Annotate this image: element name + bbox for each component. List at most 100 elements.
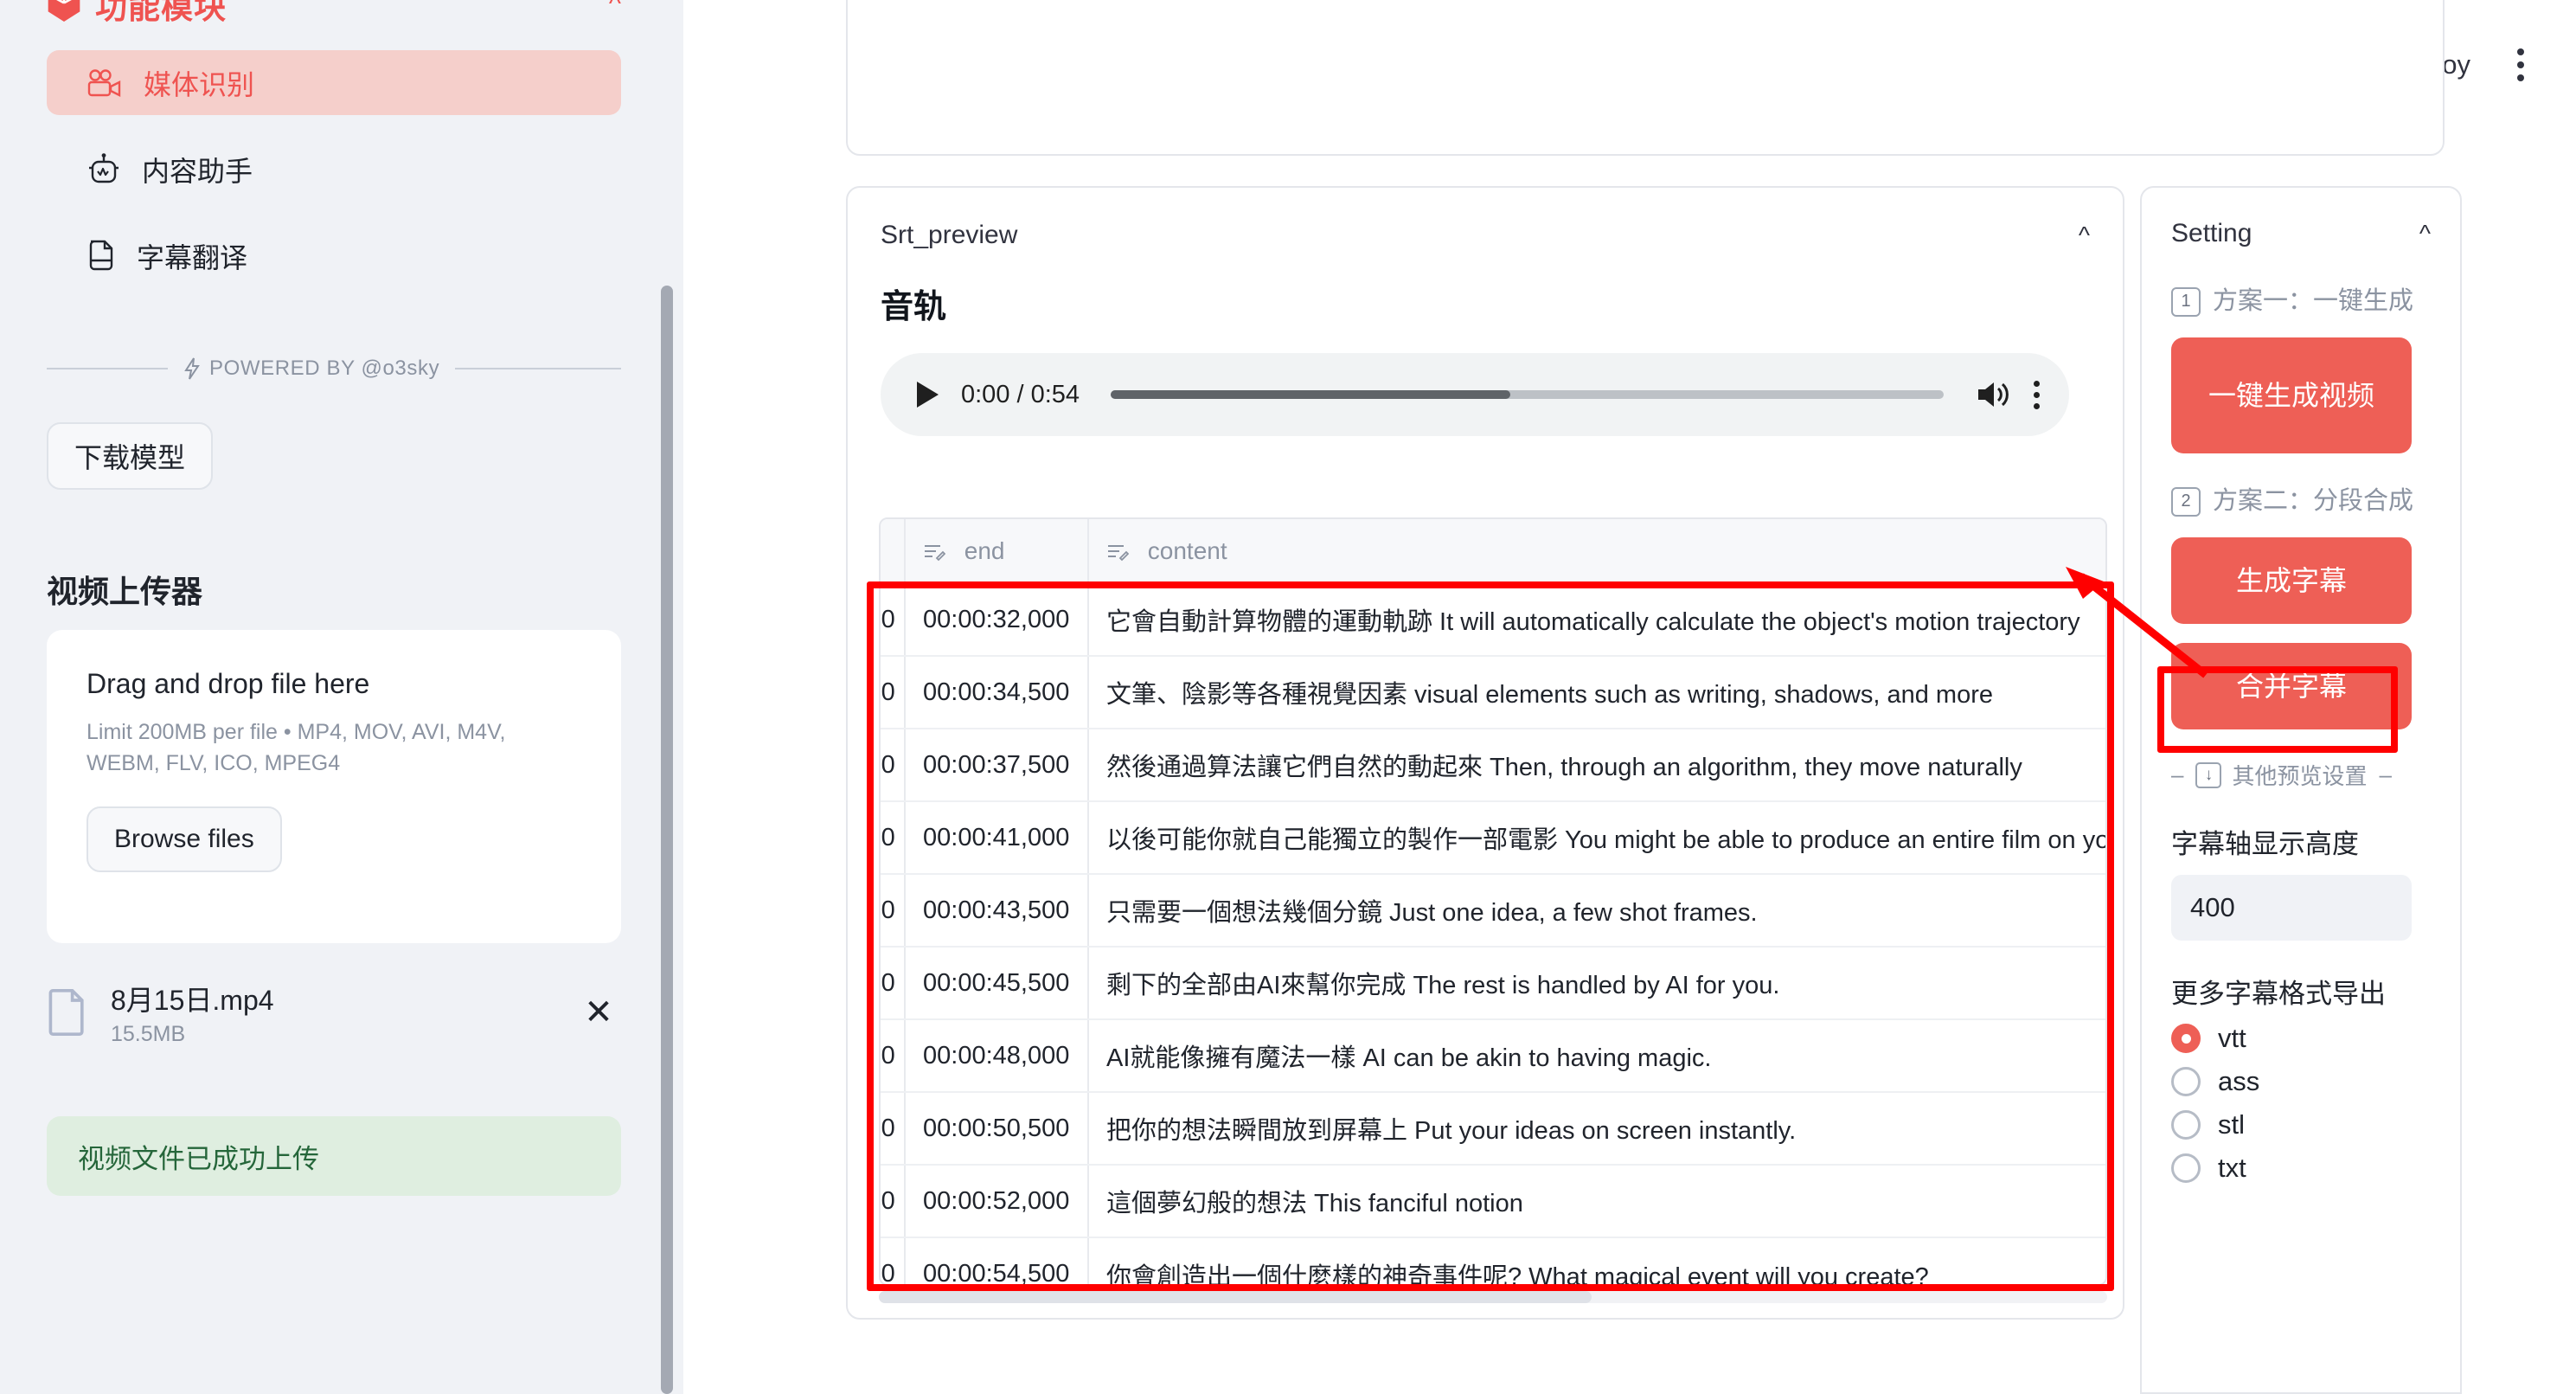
cell-start: 50,500 bbox=[881, 1165, 906, 1238]
table-row[interactable]: 41,000 00:00:43,500 只需要一個想法幾個分鏡 Just one… bbox=[881, 874, 2105, 948]
other-preview-settings-label-wrap: ↓ 其他预览设置 bbox=[2195, 759, 2367, 791]
axis-height-input[interactable] bbox=[2171, 875, 2412, 941]
divider-dash-right: – bbox=[2379, 761, 2392, 788]
radio-label-vtt: vtt bbox=[2218, 1023, 2246, 1054]
uploaded-file-size: 15.5MB bbox=[111, 1021, 186, 1046]
cube-icon bbox=[48, 0, 80, 22]
cell-content: 你會創造出一個什麼樣的神奇事件呢? What magical event wil… bbox=[1088, 1237, 2105, 1284]
audio-progress-fill bbox=[1111, 390, 1511, 399]
sidebar-scrollbar[interactable] bbox=[661, 286, 673, 1394]
cell-end: 00:00:45,500 bbox=[905, 947, 1089, 1020]
divider-line-right bbox=[455, 368, 621, 369]
play-icon[interactable] bbox=[917, 382, 939, 408]
chevron-up-icon[interactable]: ^ bbox=[2079, 222, 2090, 249]
download-model-button[interactable]: 下载模型 bbox=[47, 422, 214, 490]
radio-indicator bbox=[2171, 1110, 2201, 1140]
table-row[interactable]: 34,500 00:00:37,500 然後通過算法讓它們自然的動起來 Then… bbox=[881, 729, 2105, 802]
cell-start: 48,000 bbox=[881, 1092, 906, 1166]
generate-video-button[interactable]: 一键生成视频 bbox=[2171, 337, 2412, 454]
cell-content: 它會自動計算物體的運動軌跡 It will automatically calc… bbox=[1088, 583, 2105, 657]
table-row[interactable]: 45,500 00:00:48,000 AI就能像擁有魔法一樣 AI can b… bbox=[881, 1019, 2105, 1093]
video-uploader-title: 视频上传器 bbox=[47, 574, 203, 609]
sidebar-item-media-recognition[interactable]: 媒体识别 bbox=[47, 50, 621, 115]
cell-end: 00:00:48,000 bbox=[905, 1019, 1089, 1093]
merge-subtitle-button[interactable]: 合并字幕 bbox=[2171, 643, 2412, 730]
cell-content: 文筆、陰影等各種視覺因素 visual elements such as wri… bbox=[1088, 656, 2105, 729]
scheme-two-label: 方案二：分段合成 bbox=[2213, 487, 2414, 516]
scrollbar-thumb[interactable] bbox=[879, 1291, 1592, 1303]
export-format-label: 更多字幕格式导出 bbox=[2171, 979, 2386, 1010]
column-header-end-label: end bbox=[964, 536, 1005, 564]
file-dropzone[interactable]: Drag and drop file here Limit 200MB per … bbox=[47, 630, 621, 943]
cell-start: 43,500 bbox=[881, 947, 906, 1020]
sidebar-item-content-assistant[interactable]: 内容助手 bbox=[47, 137, 621, 202]
chevron-up-icon[interactable]: ^ bbox=[2419, 220, 2431, 247]
table-row[interactable]: 52,000 00:00:54,500 你會創造出一個什麼樣的神奇事件呢? Wh… bbox=[881, 1237, 2105, 1284]
radio-option-stl[interactable]: stl bbox=[2171, 1109, 2431, 1140]
table-row[interactable]: 43,500 00:00:45,500 剩下的全部由AI來幫你完成 The re… bbox=[881, 947, 2105, 1020]
generate-subtitle-button[interactable]: 生成字幕 bbox=[2171, 537, 2412, 625]
cell-start: 29,500 bbox=[881, 583, 906, 657]
sidebar-item-label: 媒体识别 bbox=[144, 68, 255, 100]
table-row[interactable]: 37,500 00:00:41,000 以後可能你就自己能獨立的製作一部電影 Y… bbox=[881, 801, 2105, 875]
divider-line-left bbox=[47, 368, 168, 369]
uploaded-file-name: 8月15日.mp4 bbox=[111, 984, 274, 1016]
sidebar-item-subtitle-translation[interactable]: 字幕翻译 bbox=[47, 223, 621, 288]
column-header-start[interactable]: art bbox=[881, 519, 906, 584]
volume-icon[interactable] bbox=[1975, 379, 2011, 410]
cell-end: 00:00:41,000 bbox=[905, 801, 1089, 875]
radio-option-ass[interactable]: ass bbox=[2171, 1066, 2431, 1097]
radio-label-stl: stl bbox=[2218, 1109, 2245, 1140]
sidebar-item-label: 内容助手 bbox=[142, 155, 253, 187]
cell-end: 00:00:34,500 bbox=[905, 656, 1089, 729]
radio-option-vtt[interactable]: vtt bbox=[2171, 1023, 2431, 1054]
sidebar-item-label: 字幕翻译 bbox=[137, 241, 248, 273]
kebab-menu-icon[interactable] bbox=[2512, 43, 2529, 87]
audio-menu-icon[interactable] bbox=[2034, 380, 2040, 409]
scheme-one-label: 方案一：一键生成 bbox=[2213, 287, 2414, 315]
settings-card: Setting ^ 1 方案一：一键生成 一键生成视频 2 方案二：分段合成 生… bbox=[2140, 186, 2462, 1394]
cell-start: 32,000 bbox=[881, 656, 906, 729]
remove-file-button[interactable]: ✕ bbox=[576, 990, 621, 1035]
scheme-one-row: 1 方案一：一键生成 bbox=[2171, 285, 2431, 318]
radio-label-ass: ass bbox=[2218, 1066, 2260, 1097]
cell-content: 剩下的全部由AI來幫你完成 The rest is handled by AI … bbox=[1088, 947, 2105, 1020]
cell-content: 然後通過算法讓它們自然的動起來 Then, through an algorit… bbox=[1088, 729, 2105, 802]
scheme-two-badge: 2 bbox=[2171, 486, 2201, 517]
table-row[interactable]: 50,500 00:00:52,000 這個夢幻般的想法 This fancif… bbox=[881, 1165, 2105, 1238]
cell-end: 00:00:43,500 bbox=[905, 874, 1089, 948]
cell-start: 41,000 bbox=[881, 874, 906, 948]
settings-label: Setting bbox=[2171, 219, 2252, 247]
table-row[interactable]: 32,000 00:00:34,500 文筆、陰影等各種視覺因素 visual … bbox=[881, 656, 2105, 729]
divider-dash-left: – bbox=[2171, 761, 2184, 788]
table-row[interactable]: 29,500 00:00:32,000 它會自動計算物體的運動軌跡 It wil… bbox=[881, 583, 2105, 657]
table-row[interactable]: 48,000 00:00:50,500 把你的想法瞬間放到屏幕上 Put you… bbox=[881, 1092, 2105, 1166]
radio-indicator bbox=[2171, 1153, 2201, 1184]
uploaded-file-info: 8月15日.mp4 15.5MB bbox=[111, 979, 554, 1047]
subtitle-table-body: 29,500 00:00:32,000 它會自動計算物體的運動軌跡 It wil… bbox=[881, 583, 2105, 1284]
column-header-content[interactable]: content bbox=[1088, 519, 2105, 584]
radio-indicator bbox=[2171, 1024, 2201, 1054]
upper-panel-card bbox=[846, 0, 2445, 156]
download-box-icon: ↓ bbox=[2195, 761, 2222, 788]
chevron-up-icon[interactable]: ^ bbox=[609, 0, 621, 17]
subtitle-table-head: art end bbox=[881, 519, 2105, 584]
other-preview-settings-divider[interactable]: – ↓ 其他预览设置 – bbox=[2171, 759, 2431, 791]
upload-success-status: 视频文件已成功上传 bbox=[47, 1116, 621, 1196]
scheme-two-row: 2 方案二：分段合成 bbox=[2171, 485, 2431, 518]
sidebar: 功能模块 ^ 媒体识别 内容助手 字幕翻译 POWERED BY @o3sky … bbox=[0, 0, 683, 1394]
audio-progress-slider[interactable] bbox=[1111, 390, 1944, 399]
radio-option-txt[interactable]: txt bbox=[2171, 1153, 2431, 1184]
subtitle-table-container[interactable]: art end bbox=[879, 517, 2107, 1286]
column-header-end[interactable]: end bbox=[905, 519, 1089, 584]
uploaded-file-row: 8月15日.mp4 15.5MB ✕ bbox=[47, 965, 621, 1060]
table-header-row: art end bbox=[881, 519, 2105, 584]
srt-preview-header: Srt_preview ^ bbox=[881, 214, 2090, 257]
subtitle-table: art end bbox=[881, 519, 2105, 1284]
subtitle-table-horizontal-scrollbar[interactable] bbox=[879, 1291, 2107, 1303]
dropzone-title: Drag and drop file here bbox=[87, 668, 370, 699]
audio-time-display: 0:00 / 0:54 bbox=[961, 380, 1080, 408]
browse-files-button[interactable]: Browse files bbox=[87, 806, 282, 872]
powered-by-divider: POWERED BY @o3sky bbox=[47, 357, 621, 381]
radio-indicator bbox=[2171, 1067, 2201, 1097]
